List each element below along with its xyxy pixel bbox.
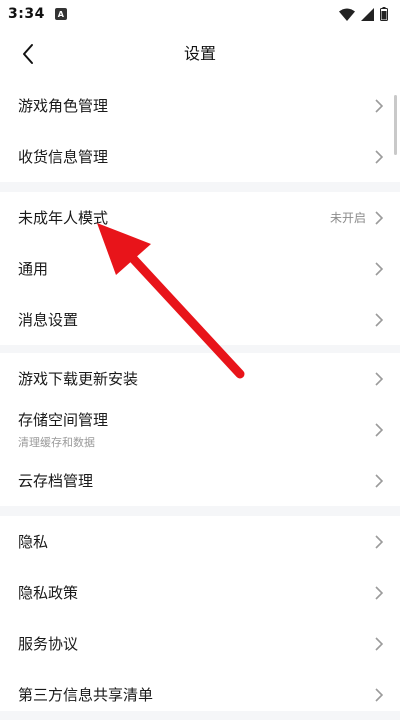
- row-privacy[interactable]: 隐私: [0, 516, 400, 567]
- row-label: 第三方信息共享清单: [18, 686, 154, 704]
- row-label: 通用: [18, 260, 49, 278]
- chevron-right-icon: [374, 473, 384, 488]
- row-label: 收货信息管理: [18, 148, 109, 166]
- row-privacy-policy[interactable]: 隐私政策: [0, 567, 400, 618]
- status-icons: [339, 7, 388, 21]
- row-label: 隐私政策: [18, 584, 79, 602]
- row-third-party-sharing-list[interactable]: 第三方信息共享清单: [0, 669, 400, 720]
- settings-section-account: 游戏角色管理 收货信息管理: [0, 80, 400, 182]
- row-label: 游戏下载更新安装: [18, 370, 139, 388]
- battery-icon: [380, 7, 388, 21]
- row-general[interactable]: 通用: [0, 243, 400, 294]
- row-label: 游戏角色管理: [18, 97, 109, 115]
- scrollbar[interactable]: [394, 95, 397, 155]
- row-label: 存储空间管理: [18, 411, 109, 429]
- wifi-icon: [339, 8, 355, 21]
- status-bar: 3:34 A: [0, 0, 400, 28]
- row-subtitle: 清理缓存和数据: [18, 436, 95, 449]
- header: 设置: [0, 28, 400, 80]
- row-shipping-info-management[interactable]: 收货信息管理: [0, 131, 400, 182]
- row-label: 消息设置: [18, 311, 79, 329]
- chevron-right-icon: [374, 585, 384, 600]
- chevron-right-icon: [374, 312, 384, 327]
- row-label: 隐私: [18, 533, 49, 551]
- settings-section-privacy: 隐私 隐私政策 服务协议 第三方信息共享清单: [0, 516, 400, 711]
- chevron-right-icon: [374, 534, 384, 549]
- chevron-right-icon: [374, 687, 384, 702]
- row-label: 云存档管理: [18, 472, 94, 490]
- row-service-agreement[interactable]: 服务协议: [0, 618, 400, 669]
- settings-section-general: 未成年人模式 未开启 通用 消息设置: [0, 192, 400, 345]
- chevron-right-icon: [374, 149, 384, 164]
- row-label: 服务协议: [18, 635, 79, 653]
- row-minor-mode[interactable]: 未成年人模式 未开启: [0, 192, 400, 243]
- chevron-right-icon: [374, 210, 384, 225]
- chevron-right-icon: [374, 422, 384, 437]
- row-text: 存储空间管理 清理缓存和数据: [18, 409, 108, 450]
- row-message-settings[interactable]: 消息设置: [0, 294, 400, 345]
- signal-icon: [361, 7, 374, 21]
- row-game-role-management[interactable]: 游戏角色管理: [0, 80, 400, 131]
- status-time: 3:34: [8, 6, 45, 22]
- settings-section-storage: 游戏下载更新安装 存储空间管理 清理缓存和数据 云存档管理: [0, 353, 400, 506]
- row-label: 未成年人模式: [18, 209, 109, 227]
- page-title: 设置: [183, 44, 216, 63]
- notification-icon: A: [54, 8, 67, 20]
- row-cloud-save-management[interactable]: 云存档管理: [0, 455, 400, 506]
- minor-mode-status: 未开启: [329, 211, 366, 225]
- chevron-right-icon: [374, 98, 384, 113]
- chevron-right-icon: [374, 261, 384, 276]
- row-storage-management[interactable]: 存储空间管理 清理缓存和数据: [0, 404, 400, 455]
- chevron-right-icon: [374, 371, 384, 386]
- row-game-download-update[interactable]: 游戏下载更新安装: [0, 353, 400, 404]
- chevron-right-icon: [374, 636, 384, 651]
